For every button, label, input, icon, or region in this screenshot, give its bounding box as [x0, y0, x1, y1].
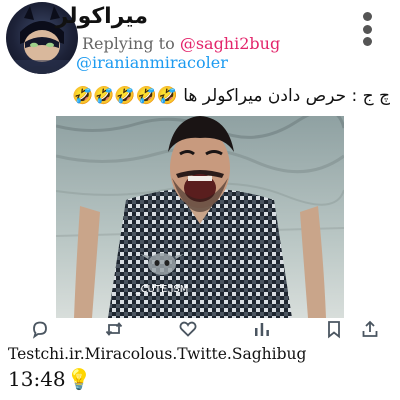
- more-options-icon[interactable]: [360, 12, 374, 46]
- display-name[interactable]: میراکولر: [56, 4, 148, 29]
- tweet-text: چ ج : حرص دادن میراکولر ها 🤣🤣🤣🤣🤣: [71, 86, 390, 106]
- action-bar: [30, 317, 380, 341]
- lightbulb-icon: 💡: [66, 367, 92, 391]
- tweet-image[interactable]: _CUTE.ISM: [56, 116, 344, 318]
- timestamp-text: 13:48: [8, 367, 66, 391]
- footer-caption: Testchi.ir.Miracolous.Twitte.Saghibug: [8, 345, 307, 363]
- like-icon[interactable]: [178, 319, 198, 339]
- reply-icon[interactable]: [30, 319, 50, 339]
- analytics-icon[interactable]: [252, 319, 272, 339]
- replying-to: Replying to @saghi2bug: [82, 34, 280, 53]
- timestamp: 13:48💡: [8, 367, 92, 391]
- tweet-card: میراکولر Replying to @saghi2bug @iranian…: [0, 0, 400, 400]
- replying-prefix: Replying to: [82, 34, 180, 53]
- media-watermark: _CUTE.ISM: [135, 284, 189, 295]
- bookmark-icon[interactable]: [324, 319, 344, 339]
- reply-mention-link[interactable]: @saghi2bug: [180, 34, 280, 53]
- retweet-icon[interactable]: [104, 319, 124, 339]
- share-icon[interactable]: [360, 319, 380, 339]
- user-handle-link[interactable]: @iranianmiracoler: [76, 53, 228, 72]
